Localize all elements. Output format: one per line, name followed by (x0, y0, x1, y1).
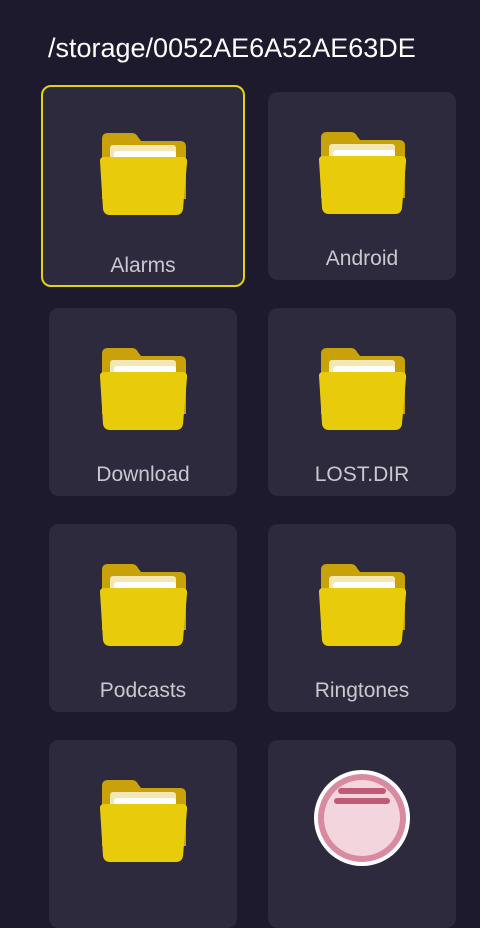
file-grid: Alarms Android Download LOST.DIR Podcast… (0, 0, 480, 928)
folder-tile-lost-dir[interactable]: LOST.DIR (268, 308, 456, 496)
folder-label: Podcasts (99, 679, 187, 702)
folder-tile-alarms[interactable]: Alarms (41, 85, 245, 287)
folder-tile-android[interactable]: Android (268, 92, 456, 280)
file-tile-partial[interactable] (268, 740, 456, 928)
folder-label: Download (96, 463, 190, 486)
folder-tile-download[interactable]: Download (49, 308, 237, 496)
folder-icon (319, 132, 407, 214)
folder-icon (319, 348, 407, 430)
folder-icon (100, 780, 188, 862)
folder-icon (100, 564, 188, 646)
folder-label: LOST.DIR (314, 463, 410, 486)
folder-icon (100, 348, 188, 430)
folder-label: Android (325, 247, 399, 270)
folder-icon (100, 133, 188, 215)
folder-tile-ringtones[interactable]: Ringtones (268, 524, 456, 712)
folder-tile-podcasts[interactable]: Podcasts (49, 524, 237, 712)
folder-tile-partial[interactable] (49, 740, 237, 928)
folder-label: Alarms (110, 254, 176, 277)
folder-label: Ringtones (314, 679, 410, 702)
music-file-icon (314, 770, 410, 866)
folder-icon (319, 564, 407, 646)
